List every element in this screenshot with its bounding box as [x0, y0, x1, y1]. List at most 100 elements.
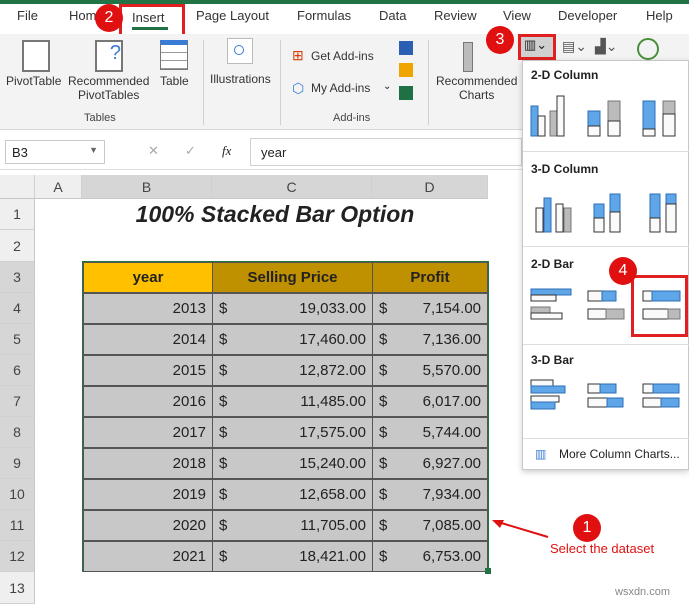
currency-symbol: $ — [379, 300, 388, 317]
profit-cell[interactable]: $6,017.00 — [372, 386, 488, 417]
my-addins-button[interactable]: My Add-ins — [311, 81, 370, 95]
row-header[interactable]: 10 — [0, 479, 35, 510]
profit-cell[interactable]: $7,085.00 — [372, 510, 488, 541]
profit-cell[interactable]: $7,136.00 — [372, 324, 488, 355]
profit-cell[interactable]: $5,570.00 — [372, 355, 488, 386]
selling-price-cell[interactable]: $17,575.00 — [212, 417, 373, 448]
step-1-badge: 1 — [573, 514, 601, 542]
tab-review[interactable]: Review — [434, 8, 477, 23]
selling-price-cell[interactable]: $19,033.00 — [212, 293, 373, 324]
recommended-charts-icon — [463, 42, 473, 72]
group-divider — [203, 40, 204, 125]
recommended-charts-button[interactable]: Recommended Charts — [436, 74, 517, 102]
amount: 6,017.00 — [422, 393, 481, 410]
bing-icon[interactable] — [399, 63, 413, 77]
fill-handle[interactable] — [485, 568, 491, 574]
currency-symbol: $ — [379, 424, 388, 441]
selling-price-cell[interactable]: $18,421.00 — [212, 541, 373, 572]
row-header[interactable]: 3 — [0, 262, 35, 293]
header-profit[interactable]: Profit — [372, 262, 488, 293]
row-header[interactable]: 1 — [0, 199, 35, 230]
year-cell[interactable]: 2021 — [83, 541, 213, 572]
row-header[interactable]: 12 — [0, 541, 35, 572]
selling-price-cell[interactable]: $12,658.00 — [212, 479, 373, 510]
divider — [523, 246, 689, 247]
tab-file[interactable]: File — [17, 8, 38, 23]
tab-developer[interactable]: Developer — [558, 8, 617, 23]
row-header[interactable]: 13 — [0, 572, 35, 604]
tab-data[interactable]: Data — [379, 8, 406, 23]
year-cell[interactable]: 2014 — [83, 324, 213, 355]
tab-page-layout[interactable]: Page Layout — [196, 8, 269, 23]
row-header[interactable]: 6 — [0, 355, 35, 386]
header-selling-price[interactable]: Selling Price — [212, 262, 373, 293]
currency-symbol: $ — [219, 300, 228, 317]
insert-function-button[interactable]: fx — [222, 143, 231, 159]
cancel-icon[interactable]: ✕ — [148, 143, 159, 159]
maps-icon[interactable] — [637, 38, 659, 60]
currency-symbol: $ — [219, 486, 228, 503]
tables-group-label: Tables — [84, 112, 116, 124]
profit-cell[interactable]: $6,753.00 — [372, 541, 488, 572]
column-header-c[interactable]: C — [212, 175, 372, 199]
illustrations-button[interactable]: Illustrations — [210, 72, 271, 86]
currency-symbol: $ — [219, 455, 228, 472]
year-cell[interactable]: 2015 — [83, 355, 213, 386]
amount: 7,154.00 — [422, 300, 481, 317]
100-stacked-column-option — [642, 100, 676, 137]
recommended-pivot-button[interactable]: Recommended PivotTables — [68, 74, 149, 102]
visio-icon[interactable] — [399, 41, 413, 55]
profit-cell[interactable]: $7,154.00 — [372, 293, 488, 324]
selling-price-cell[interactable]: $17,460.00 — [212, 324, 373, 355]
profit-cell[interactable]: $7,934.00 — [372, 479, 488, 510]
name-box-value: B3 — [12, 145, 28, 160]
divider — [523, 344, 689, 345]
pivot-table-button[interactable]: PivotTable — [6, 74, 61, 88]
addins-group-label: Add-ins — [333, 112, 371, 124]
people-graph-icon[interactable] — [399, 86, 413, 100]
tab-view[interactable]: View — [503, 8, 531, 23]
hierarchy-chart-button[interactable]: ▤⌄ — [562, 38, 587, 55]
row-header[interactable]: 2 — [0, 230, 35, 262]
100-stacked-bar-highlight[interactable] — [631, 275, 688, 337]
year-cell[interactable]: 2018 — [83, 448, 213, 479]
select-all-button[interactable] — [0, 175, 35, 199]
formula-value: year — [261, 145, 287, 160]
more-column-charts-link[interactable]: More Column Charts... — [559, 447, 680, 461]
chevron-down-icon[interactable]: ⌄ — [383, 81, 391, 92]
row-header[interactable]: 9 — [0, 448, 35, 479]
name-box[interactable]: B3 ▼ — [5, 140, 105, 164]
table-button[interactable]: Table — [160, 74, 189, 88]
enter-icon[interactable]: ✓ — [185, 143, 196, 159]
year-cell[interactable]: 2020 — [83, 510, 213, 541]
profit-cell[interactable]: $6,927.00 — [372, 448, 488, 479]
row-header[interactable]: 11 — [0, 510, 35, 541]
year-cell[interactable]: 2013 — [83, 293, 213, 324]
amount: 7,136.00 — [422, 331, 481, 348]
row-header[interactable]: 5 — [0, 324, 35, 355]
tab-formulas[interactable]: Formulas — [297, 8, 351, 23]
clustered-column-option — [530, 95, 565, 137]
tab-help[interactable]: Help — [646, 8, 673, 23]
selling-price-cell[interactable]: $15,240.00 — [212, 448, 373, 479]
row-header[interactable]: 4 — [0, 293, 35, 324]
column-header-b[interactable]: B — [82, 175, 212, 199]
year-cell[interactable]: 2016 — [83, 386, 213, 417]
column-header-a[interactable]: A — [35, 175, 82, 199]
selling-price-cell[interactable]: $11,485.00 — [212, 386, 373, 417]
waterfall-chart-button[interactable]: ▟⌄ — [595, 38, 618, 55]
row-header[interactable]: 7 — [0, 386, 35, 417]
selling-price-cell[interactable]: $11,705.00 — [212, 510, 373, 541]
formula-input[interactable]: year — [250, 138, 522, 166]
divider — [523, 151, 689, 152]
selling-price-cell[interactable]: $12,872.00 — [212, 355, 373, 386]
year-cell[interactable]: 2017 — [83, 417, 213, 448]
header-year[interactable]: year — [83, 262, 213, 293]
year-cell[interactable]: 2019 — [83, 479, 213, 510]
column-header-d[interactable]: D — [372, 175, 488, 199]
get-addins-button[interactable]: Get Add-ins — [311, 49, 374, 63]
profit-cell[interactable]: $5,744.00 — [372, 417, 488, 448]
insert-column-chart-button[interactable]: ▥⌄ — [518, 34, 556, 60]
row-header[interactable]: 8 — [0, 417, 35, 448]
section-2d-bar: 2-D Bar — [531, 257, 574, 271]
